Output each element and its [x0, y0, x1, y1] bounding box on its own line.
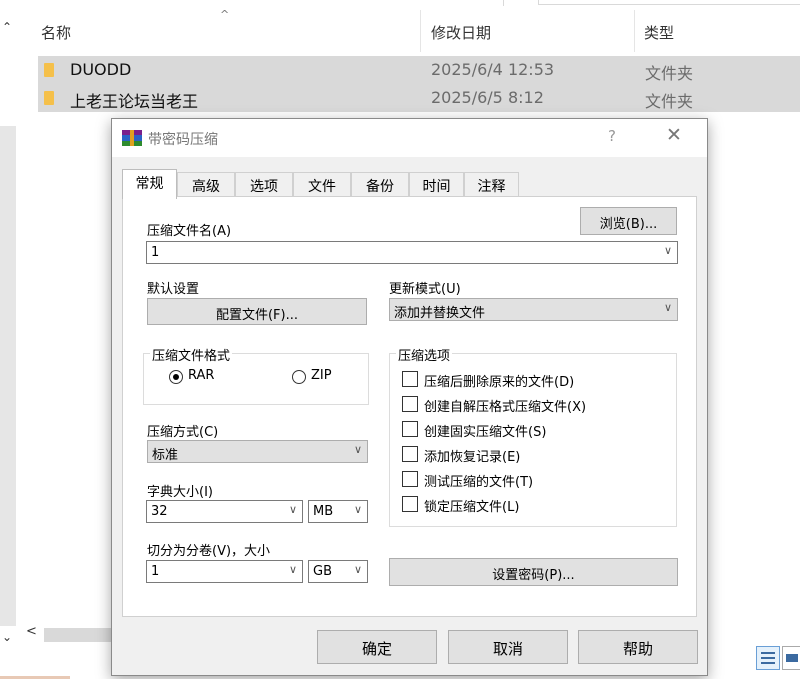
chevron-down-icon[interactable]: ∨ — [354, 443, 362, 456]
help-icon[interactable]: ? — [608, 127, 616, 145]
archiving-options-group: 压缩选项 压缩后删除原来的文件(D) 创建自解压格式压缩文件(X) 创建固实压缩… — [389, 345, 677, 527]
search-box-edge[interactable] — [538, 0, 800, 5]
tab-options[interactable]: 选项 — [235, 172, 293, 197]
column-name-header[interactable]: 名称 — [41, 22, 71, 43]
toolbar-separator — [503, 0, 504, 6]
split-size-value: 1 — [151, 564, 160, 579]
file-date: 2025/6/5 8:12 — [431, 88, 544, 107]
update-mode-label: 更新模式(U) — [389, 282, 461, 297]
tab-comment[interactable]: 注释 — [464, 172, 519, 197]
chevron-down-icon[interactable]: ∨ — [289, 503, 297, 516]
cancel-button[interactable]: 取消 — [448, 630, 568, 664]
dialog-titlebar[interactable]: 带密码压缩 ? ✕ — [112, 119, 707, 157]
dictionary-size-label: 字典大小(I) — [147, 485, 213, 500]
dictionary-size-combo[interactable]: 32 ∨ — [146, 500, 303, 523]
archive-name-label: 压缩文件名(A) — [147, 224, 232, 239]
tab-advanced[interactable]: 高级 — [177, 172, 235, 197]
profiles-button[interactable]: 配置文件(F)... — [147, 298, 367, 325]
chevron-down-icon[interactable]: ∨ — [664, 301, 672, 314]
sfx-checkbox[interactable] — [402, 396, 418, 412]
compression-method-select[interactable]: 标准 ∨ — [147, 440, 368, 463]
sfx-label[interactable]: 创建自解压格式压缩文件(X) — [424, 396, 586, 415]
lock-archive-checkbox[interactable] — [402, 496, 418, 512]
archive-name-combo[interactable]: 1 ∨ — [146, 241, 678, 264]
folder-icon — [44, 91, 54, 105]
archiving-options-label: 压缩选项 — [396, 345, 453, 364]
close-icon[interactable]: ✕ — [666, 124, 682, 146]
delete-after-checkbox[interactable] — [402, 371, 418, 387]
column-divider[interactable] — [634, 10, 635, 52]
file-date: 2025/6/4 12:53 — [431, 60, 555, 79]
dictionary-unit-select[interactable]: MB ∨ — [308, 500, 368, 523]
compression-method-value: 标准 — [152, 448, 179, 463]
compression-method-label: 压缩方式(C) — [147, 425, 219, 440]
split-size-combo[interactable]: 1 ∨ — [146, 560, 303, 583]
tab-files[interactable]: 文件 — [293, 172, 351, 197]
solid-checkbox[interactable] — [402, 421, 418, 437]
column-divider[interactable] — [420, 10, 421, 52]
file-type: 文件夹 — [645, 64, 694, 83]
recovery-record-checkbox[interactable] — [402, 446, 418, 462]
delete-after-label[interactable]: 压缩后删除原来的文件(D) — [424, 371, 574, 390]
ok-button[interactable]: 确定 — [317, 630, 437, 664]
help-button[interactable]: 帮助 — [578, 630, 698, 664]
dictionary-unit-value: MB — [313, 504, 334, 519]
chevron-down-icon[interactable]: ∨ — [664, 244, 672, 257]
scroll-up-icon[interactable]: ⌃ — [2, 20, 12, 34]
chevron-down-icon[interactable]: ∨ — [289, 563, 297, 576]
update-mode-select[interactable]: 添加并替换文件 ∨ — [389, 298, 678, 321]
archive-dialog: 带密码压缩 ? ✕ 常规 高级 选项 文件 备份 时间 注释 压缩文件名(A) … — [111, 118, 708, 676]
test-files-label[interactable]: 测试压缩的文件(T) — [424, 471, 533, 490]
sort-ascending-icon: ^ — [220, 8, 230, 21]
file-row[interactable]: DUODD 2025/6/4 12:53 文件夹 — [38, 56, 800, 84]
details-view-icon[interactable] — [756, 646, 780, 670]
large-icons-view-icon[interactable] — [782, 646, 800, 670]
solid-label[interactable]: 创建固实压缩文件(S) — [424, 421, 546, 440]
archive-format-label: 压缩文件格式 — [150, 345, 233, 364]
set-password-button[interactable]: 设置密码(P)... — [389, 558, 678, 586]
winrar-icon — [122, 130, 142, 146]
file-name: 上老王论坛当老王 — [70, 92, 199, 111]
archive-name-value: 1 — [151, 245, 160, 260]
file-type: 文件夹 — [645, 92, 694, 111]
chevron-down-icon[interactable]: ∨ — [354, 503, 362, 516]
zip-label[interactable]: ZIP — [311, 368, 332, 383]
file-row[interactable]: 上老王论坛当老王 2025/6/5 8:12 文件夹 — [38, 84, 800, 112]
column-date-header[interactable]: 修改日期 — [431, 22, 491, 43]
tab-time[interactable]: 时间 — [409, 172, 464, 197]
general-tab-panel: 压缩文件名(A) 浏览(B)... 1 ∨ 默认设置 配置文件(F)... 更新… — [122, 196, 697, 617]
split-unit-value: GB — [313, 564, 332, 579]
archive-format-group: 压缩文件格式 RAR ZIP — [143, 345, 369, 405]
recovery-record-label[interactable]: 添加恢复记录(E) — [424, 446, 520, 465]
browse-button[interactable]: 浏览(B)... — [580, 207, 677, 235]
lock-archive-label[interactable]: 锁定压缩文件(L) — [424, 496, 519, 515]
file-name: DUODD — [70, 60, 132, 79]
test-files-checkbox[interactable] — [402, 471, 418, 487]
update-mode-value: 添加并替换文件 — [394, 306, 486, 321]
split-volumes-label: 切分为分卷(V)，大小 — [147, 544, 271, 559]
tab-backup[interactable]: 备份 — [351, 172, 409, 197]
rar-label[interactable]: RAR — [188, 368, 214, 383]
column-header: ^ 名称 修改日期 类型 — [30, 8, 800, 52]
rar-radio[interactable] — [169, 370, 183, 384]
scroll-left-icon[interactable]: < — [26, 624, 37, 639]
tab-general[interactable]: 常规 — [122, 169, 177, 199]
dictionary-size-value: 32 — [151, 504, 168, 519]
dialog-title: 带密码压缩 — [148, 132, 218, 148]
folder-icon — [44, 63, 54, 77]
default-settings-label: 默认设置 — [147, 282, 200, 297]
vertical-scrollbar[interactable]: ⌃ ⌄ — [0, 8, 16, 644]
split-unit-select[interactable]: GB ∨ — [308, 560, 368, 583]
chevron-down-icon[interactable]: ∨ — [354, 563, 362, 576]
explorer-top-strip — [0, 0, 800, 6]
zip-radio[interactable] — [292, 370, 306, 384]
column-type-header[interactable]: 类型 — [644, 22, 674, 43]
scrollbar-thumb[interactable] — [0, 126, 16, 626]
